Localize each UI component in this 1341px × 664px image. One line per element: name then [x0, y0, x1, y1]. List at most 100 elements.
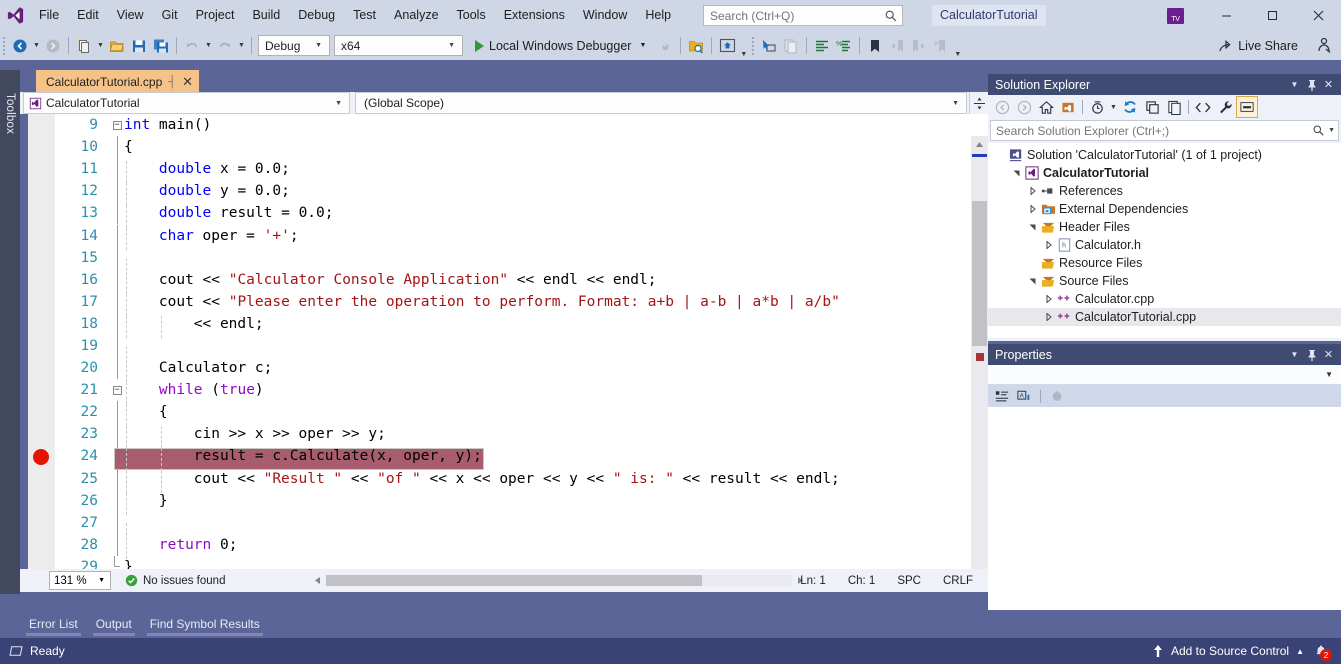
- tree-item-calculatortutorial[interactable]: CalculatorTutorial: [988, 164, 1341, 182]
- menu-help[interactable]: Help: [636, 0, 680, 31]
- menu-analyze[interactable]: Analyze: [385, 0, 447, 31]
- redo-icon[interactable]: [214, 34, 236, 58]
- solution-tree[interactable]: Solution 'CalculatorTutorial' (1 of 1 pr…: [988, 143, 1341, 338]
- search-input[interactable]: [710, 8, 884, 23]
- tab-error-list[interactable]: Error List: [20, 612, 87, 636]
- properties-menu-icon[interactable]: ▼: [1286, 345, 1303, 364]
- chevron-collapsed-icon[interactable]: [1042, 295, 1055, 303]
- toolbar-grip[interactable]: [0, 35, 9, 57]
- se-refresh-icon[interactable]: [1119, 96, 1141, 118]
- tab-find-symbol-results[interactable]: Find Symbol Results: [141, 612, 269, 636]
- menu-test[interactable]: Test: [344, 0, 385, 31]
- live-preview-home-icon[interactable]: [716, 34, 738, 58]
- se-home-icon[interactable]: [1035, 96, 1057, 118]
- se-view-code-icon[interactable]: [1192, 96, 1214, 118]
- menu-debug[interactable]: Debug: [289, 0, 344, 31]
- hot-reload-icon[interactable]: [654, 34, 676, 58]
- solution-configuration-combo[interactable]: Debug ▼: [258, 35, 330, 56]
- menu-project[interactable]: Project: [187, 0, 244, 31]
- categorized-view-icon[interactable]: [992, 386, 1012, 406]
- tab-calculatortutorial-cpp[interactable]: CalculatorTutorial.cpp ┤ ✕: [36, 70, 199, 92]
- next-bookmark-icon[interactable]: [908, 34, 930, 58]
- menu-git[interactable]: Git: [153, 0, 187, 31]
- minimize-button[interactable]: [1203, 0, 1249, 31]
- quick-search-box[interactable]: [703, 5, 903, 26]
- close-button[interactable]: [1295, 0, 1341, 31]
- solution-explorer-close-icon[interactable]: ✕: [1320, 75, 1337, 94]
- scrollbar-thumb[interactable]: [972, 201, 987, 346]
- code-line[interactable]: 9 − int main(): [55, 114, 988, 136]
- notifications-button[interactable]: 2: [1311, 641, 1332, 661]
- property-pages-icon[interactable]: [1047, 386, 1067, 406]
- chevron-collapsed-icon[interactable]: [1042, 241, 1055, 249]
- se-collapse-all-icon[interactable]: [1141, 96, 1163, 118]
- code-line[interactable]: 15: [55, 246, 988, 280]
- save-icon[interactable]: [128, 34, 150, 58]
- tree-item-external-dependencies[interactable]: External Dependencies: [988, 200, 1341, 218]
- open-file-icon[interactable]: [106, 34, 128, 58]
- menu-build[interactable]: Build: [243, 0, 289, 31]
- se-forward-icon[interactable]: [1013, 96, 1035, 118]
- se-properties-wrench-icon[interactable]: [1214, 96, 1236, 118]
- chevron-expanded-icon[interactable]: [1026, 277, 1039, 285]
- code-line[interactable]: 20 Calculator c;: [55, 357, 988, 383]
- alphabetical-view-icon[interactable]: A: [1014, 386, 1034, 406]
- properties-close-icon[interactable]: ✕: [1320, 345, 1337, 364]
- chevron-collapsed-icon[interactable]: [1026, 187, 1039, 195]
- se-show-all-files-icon[interactable]: [1163, 96, 1185, 118]
- menu-file[interactable]: File: [30, 0, 68, 31]
- chevron-collapsed-icon[interactable]: [1042, 313, 1055, 321]
- member-scope-combo[interactable]: (Global Scope) ▼: [355, 92, 967, 114]
- menu-extensions[interactable]: Extensions: [495, 0, 574, 31]
- hscroll-track[interactable]: [326, 575, 792, 586]
- zoom-level-combo[interactable]: 131 % ▼: [49, 571, 111, 590]
- save-all-icon[interactable]: [150, 34, 172, 58]
- code-line[interactable]: 28 return 0;: [55, 533, 988, 559]
- solution-explorer-search[interactable]: ▼: [990, 120, 1339, 141]
- code-line[interactable]: 12 double y = 0.0;: [55, 180, 988, 206]
- tv-account-badge[interactable]: TV: [1167, 8, 1184, 24]
- source-control-chevron-icon[interactable]: ▲: [1296, 647, 1304, 656]
- code-line[interactable]: 21− while (true): [55, 379, 988, 405]
- code-line[interactable]: 27: [55, 511, 988, 545]
- tree-item-calculatortutorial-cpp[interactable]: CalculatorTutorial.cpp: [988, 308, 1341, 326]
- back-dropdown-icon[interactable]: ▼: [31, 42, 42, 49]
- hscroll-thumb[interactable]: [326, 575, 702, 586]
- toolbar-overflow-icon[interactable]: ▼: [952, 51, 963, 60]
- properties-pin-icon[interactable]: [1303, 345, 1320, 364]
- select-element-icon[interactable]: [758, 34, 780, 58]
- se-pending-changes-icon[interactable]: [1086, 96, 1108, 118]
- chevron-expanded-icon[interactable]: [1026, 223, 1039, 231]
- outlining-glyph[interactable]: −: [110, 385, 124, 395]
- pin-icon[interactable]: ┤: [168, 76, 176, 88]
- code-line[interactable]: 10 {: [55, 136, 988, 159]
- se-back-icon[interactable]: [991, 96, 1013, 118]
- chevron-expanded-icon[interactable]: [1010, 169, 1023, 177]
- run-dropdown-icon[interactable]: ▼: [636, 42, 646, 49]
- code-editor-surface[interactable]: 9− int main() 10{11 double x = 0.0; 12 double…: [20, 114, 988, 569]
- tree-item-references[interactable]: References: [988, 182, 1341, 200]
- tree-item-source-files[interactable]: Source Files: [988, 272, 1341, 290]
- navigate-forward-icon[interactable]: [42, 34, 64, 58]
- code-line[interactable]: 25 cout << "Result " << "of " << x << ope…: [55, 467, 988, 493]
- solution-search-input[interactable]: [996, 123, 1313, 138]
- undo-dropdown-icon[interactable]: ▼: [203, 42, 214, 49]
- tree-item-solution-calculatortutorial-1-of-1-project[interactable]: Solution 'CalculatorTutorial' (1 of 1 pr…: [988, 146, 1341, 164]
- navigate-backward-icon[interactable]: [9, 34, 31, 58]
- code-line[interactable]: 18 << endl;: [55, 312, 988, 338]
- code-line[interactable]: 24 result = c.Calculate(x, oper, y);: [55, 445, 988, 471]
- toolbar-grip-2[interactable]: [749, 35, 758, 57]
- outlining-glyph[interactable]: −: [110, 120, 124, 130]
- code-line[interactable]: 19: [55, 334, 988, 369]
- previous-bookmark-icon[interactable]: [886, 34, 908, 58]
- code-line[interactable]: 11 double x = 0.0;: [55, 158, 988, 184]
- toolbox-tab[interactable]: Toolbox: [0, 70, 20, 158]
- tree-item-calculator-cpp[interactable]: Calculator.cpp: [988, 290, 1341, 308]
- se-properties-window-icon[interactable]: [1236, 96, 1258, 118]
- add-to-source-control-button[interactable]: Add to Source Control: [1171, 644, 1289, 658]
- editor-horizontal-scrollbar[interactable]: [309, 571, 809, 590]
- code-line[interactable]: 16 cout << "Calculator Console Applicatio…: [55, 268, 988, 294]
- close-icon[interactable]: ✕: [182, 75, 193, 88]
- comment-lines-icon[interactable]: [811, 34, 833, 58]
- project-scope-combo[interactable]: CalculatorTutorial ▼: [23, 92, 350, 114]
